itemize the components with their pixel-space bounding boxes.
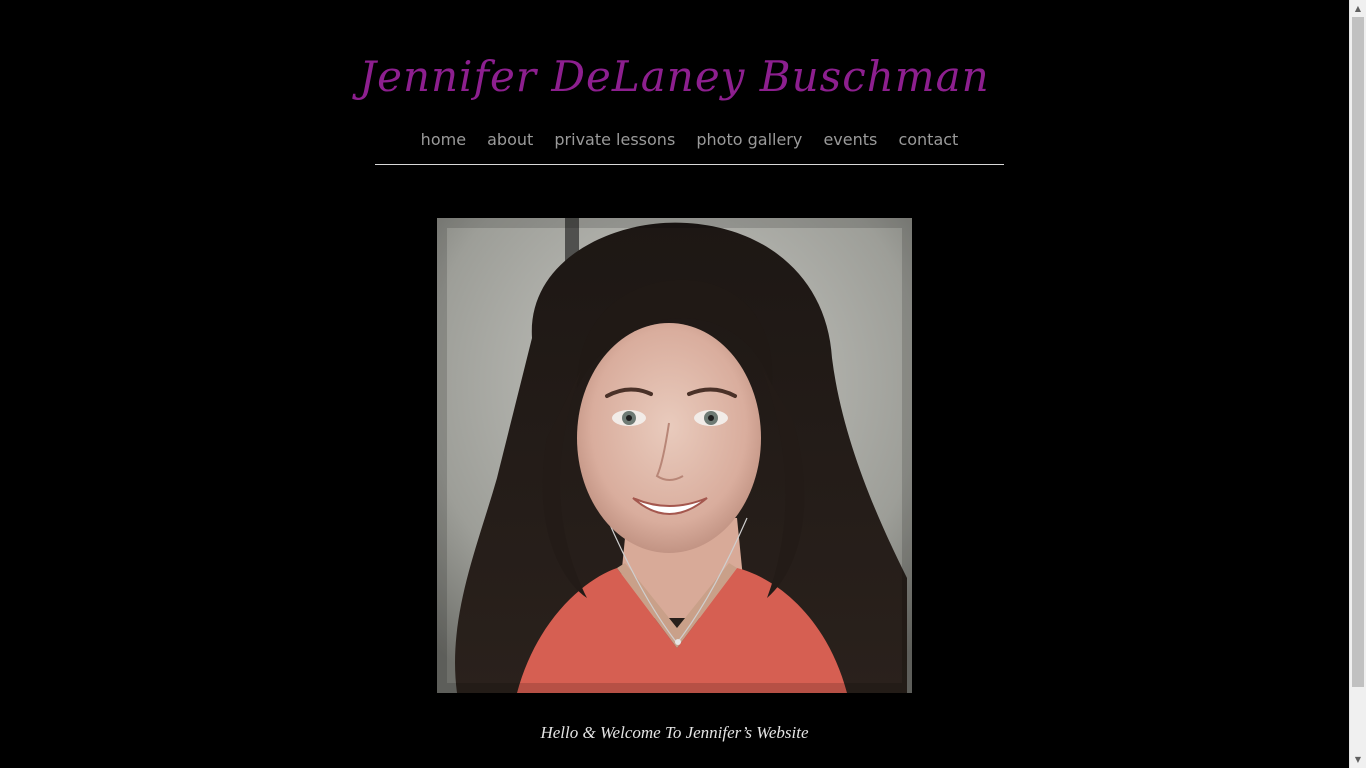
scroll-thumb[interactable] [1352, 17, 1364, 687]
nav-divider [375, 164, 1004, 165]
main-nav: home about private lessons photo gallery… [375, 128, 1004, 152]
portrait-photo [437, 218, 912, 693]
welcome-caption: Hello & Welcome To Jennifer’s Website [540, 723, 809, 742]
nav-item-about[interactable]: about [487, 128, 533, 152]
nav-item-photo-gallery[interactable]: photo gallery [696, 128, 802, 152]
nav-item-home[interactable]: home [421, 128, 466, 152]
chevron-down-icon[interactable]: ▼ [1350, 751, 1366, 768]
nav-item-events[interactable]: events [823, 128, 877, 152]
chevron-up-icon[interactable]: ▲ [1350, 0, 1366, 17]
nav-item-private-lessons[interactable]: private lessons [554, 128, 675, 152]
site-title: Jennifer DeLaney Buschman [359, 52, 990, 101]
vertical-scrollbar[interactable]: ▲ ▼ [1349, 0, 1366, 768]
nav-item-contact[interactable]: contact [898, 128, 958, 152]
